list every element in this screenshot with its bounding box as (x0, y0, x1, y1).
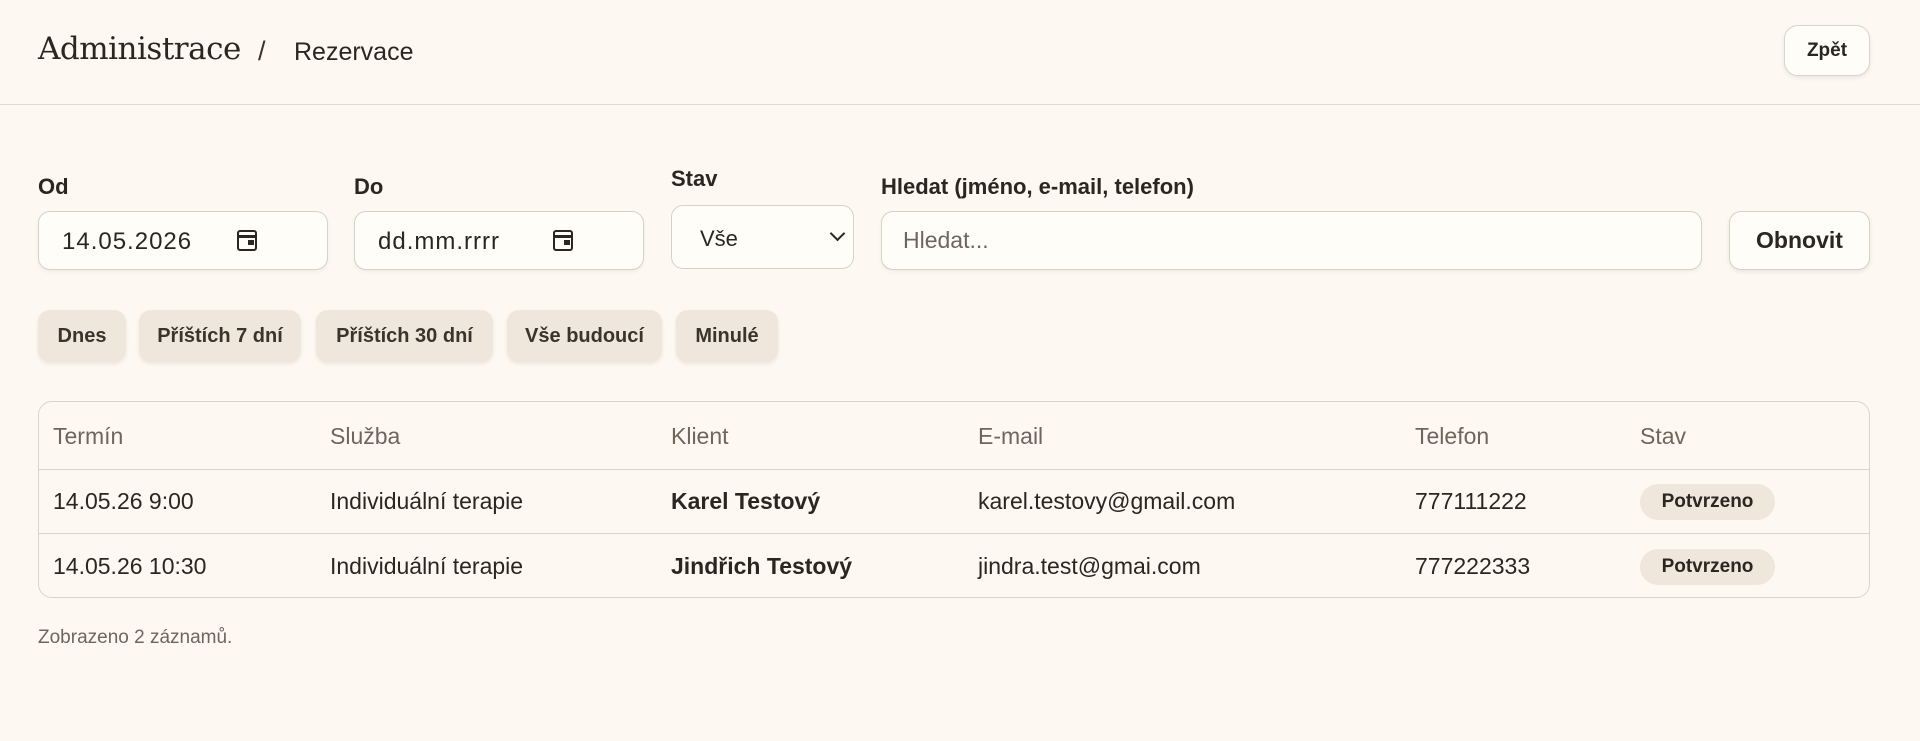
cell-term: 14.05.26 9:00 (53, 488, 194, 514)
breadcrumb-separator: / (258, 36, 266, 66)
cell-phone: 777111222 (1415, 488, 1527, 514)
column-header-email: E-mail (978, 423, 1044, 449)
record-count: Zobrazeno 2 záznamů. (38, 627, 233, 648)
brand-title: Administrace (38, 31, 241, 67)
to-date-label: Do (354, 174, 384, 199)
column-header-term: Termín (53, 423, 124, 449)
status-badge: Potvrzeno (1640, 484, 1775, 520)
to-date-value: dd.mm.rrrr (378, 228, 500, 255)
status-badge: Potvrzeno (1640, 549, 1775, 585)
cell-email: karel.testovy@gmail.com (978, 488, 1236, 514)
cell-client: Karel Testový (671, 488, 821, 514)
status-select[interactable]: Vše (671, 205, 854, 269)
column-header-phone: Telefon (1415, 423, 1490, 449)
reservations-table: Termín Služba Klient E-mail Telefon Stav… (38, 401, 1870, 598)
table-header: Termín Služba Klient E-mail Telefon Stav (39, 402, 1869, 470)
from-date-value: 14.05.2026 (62, 228, 193, 255)
cell-client: Jindřich Testový (671, 553, 853, 579)
calendar-icon[interactable] (237, 230, 257, 251)
cell-email: jindra.test@gmai.com (978, 553, 1201, 579)
back-button[interactable]: Zpět (1784, 25, 1870, 76)
quick-range-past[interactable]: Minulé (676, 310, 778, 362)
breadcrumb-current-page: Rezervace (294, 38, 414, 66)
chevron-down-icon (829, 225, 846, 242)
quick-range-next-30-days[interactable]: Příštích 30 dní (316, 310, 493, 362)
refresh-button[interactable]: Obnovit (1729, 211, 1870, 270)
to-date-input[interactable]: dd.mm.rrrr (354, 211, 644, 270)
from-date-input[interactable]: 14.05.2026 (38, 211, 328, 270)
status-label: Stav (671, 166, 718, 191)
quick-range-today[interactable]: Dnes (38, 310, 126, 362)
column-header-service: Služba (330, 423, 401, 449)
calendar-icon[interactable] (553, 230, 573, 251)
status-select-value: Vše (700, 226, 738, 251)
search-label: Hledat (jméno, e-mail, telefon) (881, 174, 1194, 199)
cell-term: 14.05.26 10:30 (53, 553, 207, 579)
column-header-client: Klient (671, 423, 729, 449)
quick-range-all-upcoming[interactable]: Vše budoucí (507, 310, 662, 362)
top-bar: Administrace / Rezervace Zpět (0, 0, 1920, 105)
column-header-status: Stav (1640, 423, 1687, 449)
table-row[interactable]: 14.05.26 9:00 Individuální terapie Karel… (39, 470, 1869, 534)
cell-service: Individuální terapie (330, 553, 524, 579)
cell-service: Individuální terapie (330, 488, 524, 514)
quick-range-next-7-days[interactable]: Příštích 7 dní (139, 310, 301, 362)
table-row[interactable]: 14.05.26 10:30 Individuální terapie Jind… (39, 535, 1869, 597)
cell-phone: 777222333 (1415, 553, 1531, 579)
search-input[interactable] (881, 211, 1702, 270)
from-date-label: Od (38, 174, 69, 199)
